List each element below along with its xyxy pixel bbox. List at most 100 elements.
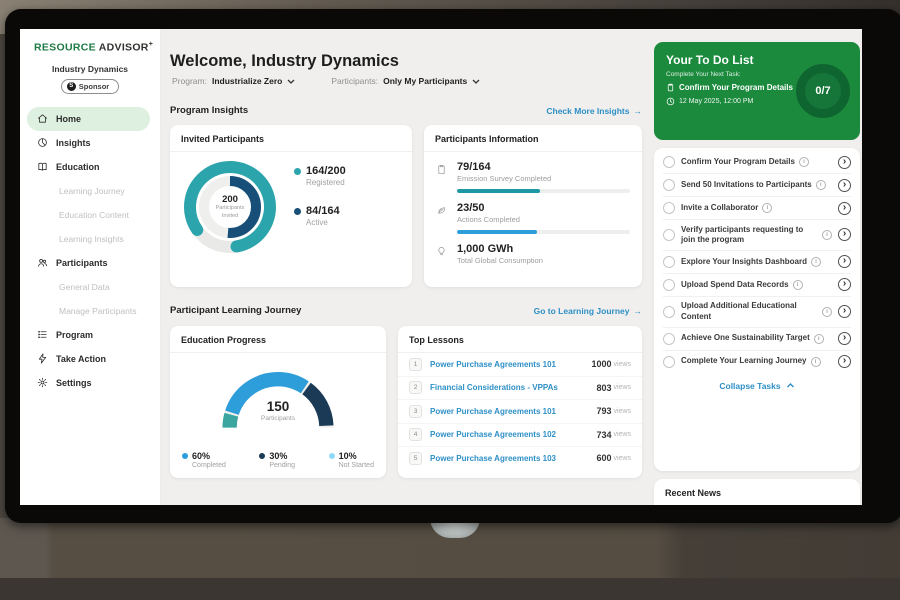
info-icon[interactable]: i (816, 180, 826, 190)
sidebar-item-take-action[interactable]: Take Action (20, 347, 160, 371)
program-filter-dropdown[interactable]: Program: Industrialize Zero (172, 76, 295, 86)
chevron-right-icon[interactable]: › (838, 179, 851, 192)
take-action-icon (37, 353, 48, 364)
stat-label: Actions Completed (457, 215, 630, 224)
task-label: Achieve One Sustainability Target (681, 333, 810, 343)
task-checkbox[interactable] (663, 279, 675, 291)
sidebar-item-learning-journey[interactable]: Learning Journey (20, 179, 160, 203)
info-icon[interactable]: i (762, 203, 772, 213)
task-row[interactable]: Upload Additional Educational Content i › (663, 297, 851, 328)
sidebar-item-participants[interactable]: Participants (20, 251, 160, 275)
todo-progress-ring: 0/7 (796, 64, 850, 118)
progress-fill (457, 189, 540, 193)
collapse-label: Collapse Tasks (719, 381, 780, 391)
chevron-right-icon[interactable]: › (838, 305, 851, 318)
gauge-center-label: 150 Participants (170, 399, 386, 422)
sidebar-item-settings[interactable]: Settings (20, 371, 160, 395)
chevron-right-icon[interactable]: › (838, 255, 851, 268)
legend-item-pending: 30% Pending (259, 451, 295, 469)
chevron-right-icon[interactable]: › (838, 332, 851, 345)
legend-dot (182, 453, 188, 459)
info-icon[interactable]: i (814, 334, 824, 344)
lesson-views: 793 (596, 406, 611, 416)
chevron-right-icon[interactable]: › (838, 228, 851, 241)
go-to-learning-journey-link[interactable]: Go to Learning Journey → (534, 306, 642, 316)
task-checkbox[interactable] (663, 333, 675, 345)
legend-dot (259, 453, 265, 459)
task-checkbox[interactable] (663, 256, 675, 268)
sidebar: RESOURCE ADVISOR+ Industry Dynamics S Sp… (20, 29, 161, 505)
chevron-right-icon[interactable]: › (838, 278, 851, 291)
task-row[interactable]: Send 50 Invitations to Participantsi › (663, 174, 851, 197)
task-row[interactable]: Upload Spend Data Records i › (663, 274, 851, 297)
chevron-right-icon[interactable]: › (838, 156, 851, 169)
task-checkbox[interactable] (663, 306, 675, 318)
legend-label: Not Started (339, 462, 374, 469)
legend-item-not-started: 10% Not Started (329, 451, 374, 469)
task-row[interactable]: Invite a Collaboratori › (663, 197, 851, 220)
task-checkbox[interactable] (663, 202, 675, 214)
lesson-link[interactable]: Power Purchase Agreements 103 (430, 454, 596, 463)
lesson-link[interactable]: Power Purchase Agreements 102 (430, 430, 596, 439)
lesson-link[interactable]: Financial Considerations - VPPAs (430, 383, 596, 392)
task-label: Confirm Your Program Details (681, 157, 795, 167)
sidebar-item-home[interactable]: Home (27, 107, 150, 131)
todo-progress-value: 0/7 (815, 85, 830, 97)
task-label: Upload Additional Educational Content (681, 301, 818, 322)
chevron-right-icon[interactable]: › (838, 202, 851, 215)
task-row[interactable]: Confirm Your Program Details i › (663, 151, 851, 174)
chevron-right-icon[interactable]: › (838, 355, 851, 368)
sidebar-item-general-data[interactable]: General Data (20, 275, 160, 299)
sidebar-item-label: Home (56, 114, 81, 124)
lesson-views: 803 (596, 383, 611, 393)
lesson-rank: 3 (409, 405, 422, 418)
education-icon (37, 161, 48, 172)
sidebar-item-manage-participants[interactable]: Manage Participants (20, 299, 160, 323)
task-label: Upload Spend Data Records (681, 280, 789, 290)
link-label: Go to Learning Journey (534, 306, 630, 316)
info-icon[interactable]: i (822, 230, 832, 240)
info-icon[interactable]: i (822, 307, 832, 317)
sponsor-badge[interactable]: S Sponsor (61, 79, 119, 94)
lesson-row: 3 Power Purchase Agreements 101 793 view… (398, 400, 642, 424)
settings-icon (37, 377, 48, 388)
participants-filter-dropdown[interactable]: Participants: Only My Participants (331, 76, 480, 86)
task-checkbox[interactable] (663, 179, 675, 191)
info-icon[interactable]: i (811, 357, 821, 367)
section-title: Program Insights (170, 105, 248, 116)
sidebar-item-program[interactable]: Program (20, 323, 160, 347)
participants-icon (37, 257, 48, 268)
task-row[interactable]: Complete Your Learning Journeyi › (663, 351, 851, 373)
task-checkbox[interactable] (663, 156, 675, 168)
education-progress-card: Education Progress 150 Participants (170, 326, 386, 478)
sidebar-item-education-content[interactable]: Education Content (20, 203, 160, 227)
account-name: Industry Dynamics (20, 64, 160, 74)
card-title: Participants Information (424, 125, 642, 152)
task-row[interactable]: Achieve One Sustainability Target i › (663, 328, 851, 351)
task-checkbox[interactable] (663, 356, 675, 368)
invited-total: 200 (222, 194, 238, 205)
check-more-insights-link[interactable]: Check More Insights → (546, 106, 642, 116)
task-checkbox[interactable] (663, 229, 675, 241)
sidebar-item-insights[interactable]: Insights (20, 131, 160, 155)
info-icon[interactable]: i (799, 157, 809, 167)
lesson-row: 5 Power Purchase Agreements 103 600 view… (398, 447, 642, 470)
info-icon[interactable]: i (793, 280, 803, 290)
card-title: Invited Participants (170, 125, 412, 152)
legend-dot (294, 208, 301, 215)
resource-advisor-logo: RESOURCE ADVISOR+ (34, 41, 160, 54)
lesson-link[interactable]: Power Purchase Agreements 101 (430, 407, 596, 416)
collapse-tasks-link[interactable]: Collapse Tasks (663, 373, 851, 395)
clipboard-icon (436, 164, 447, 175)
info-icon[interactable]: i (811, 257, 821, 267)
lesson-link[interactable]: Power Purchase Agreements 101 (430, 360, 591, 369)
gauge-value: 150 (170, 399, 386, 414)
sidebar-item-education[interactable]: Education (20, 155, 160, 179)
sidebar-item-learning-insights[interactable]: Learning Insights (20, 227, 160, 251)
task-row[interactable]: Explore Your Insights Dashboardi › (663, 251, 851, 274)
photo-background: RESOURCE ADVISOR+ Industry Dynamics S Sp… (0, 0, 900, 600)
education-gauge-chart: 150 Participants (170, 363, 386, 443)
task-row[interactable]: Verify participants requesting to join t… (663, 220, 851, 251)
legend-value: 30% (269, 451, 295, 461)
sidebar-item-label: Education (56, 162, 100, 172)
